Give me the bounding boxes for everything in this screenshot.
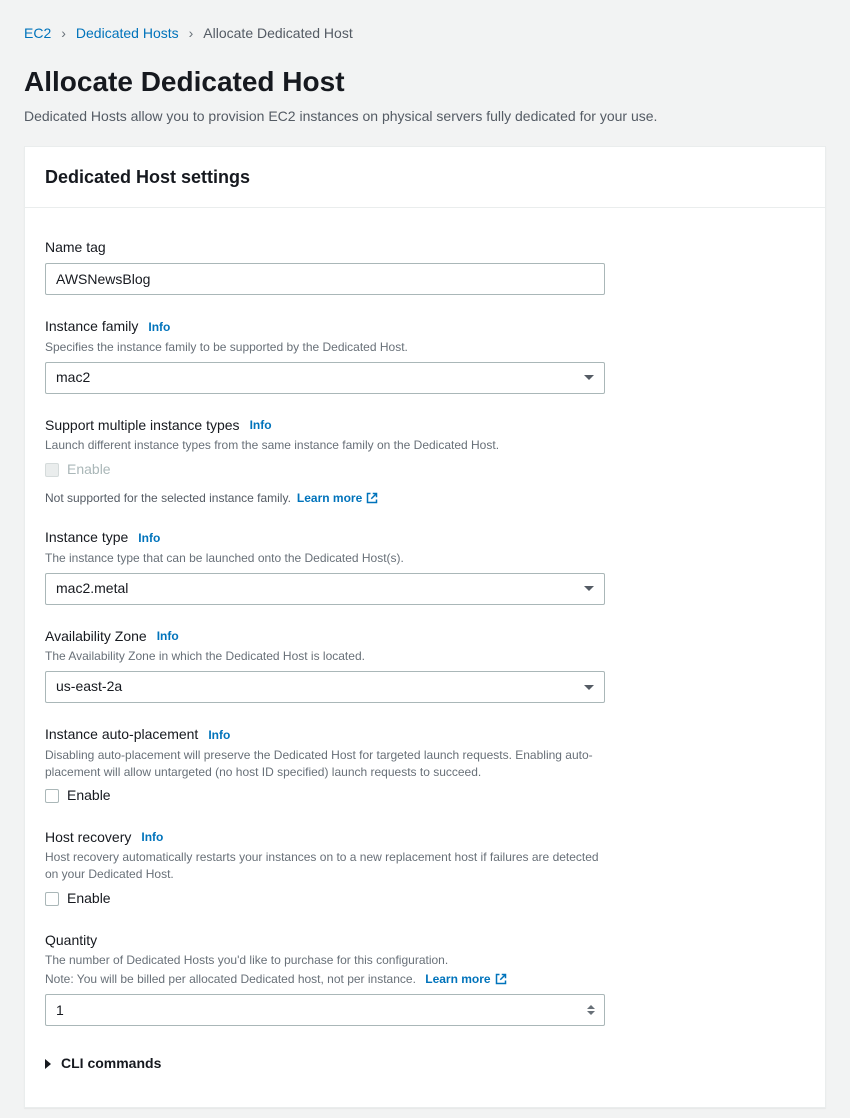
host-recovery-label: Host recovery [45,828,131,848]
caret-down-icon [584,375,594,380]
name-tag-label: Name tag [45,238,106,258]
chevron-right-icon: › [61,24,66,44]
field-multi-types: Support multiple instance types Info Lau… [45,416,805,507]
auto-placement-info[interactable]: Info [208,727,230,744]
panel-title: Dedicated Host settings [45,165,805,190]
auto-placement-label: Instance auto-placement [45,725,198,745]
instance-family-value: mac2 [56,368,90,388]
field-instance-family: Instance family Info Specifies the insta… [45,317,805,393]
breadcrumb-current: Allocate Dedicated Host [203,24,352,44]
instance-family-help: Specifies the instance family to be supp… [45,339,805,356]
quantity-stepper[interactable] [587,1000,601,1020]
breadcrumb-dedicated-hosts[interactable]: Dedicated Hosts [76,24,179,44]
az-label: Availability Zone [45,627,147,647]
host-recovery-help: Host recovery automatically restarts you… [45,849,605,883]
host-recovery-info[interactable]: Info [141,829,163,846]
field-quantity: Quantity The number of Dedicated Hosts y… [45,931,805,1026]
auto-placement-checkbox-label: Enable [67,786,111,806]
multi-types-label: Support multiple instance types [45,416,240,436]
quantity-learn-more[interactable]: Learn more [425,971,506,988]
instance-family-select[interactable]: mac2 [45,362,605,394]
cli-commands-expander[interactable]: CLI commands [45,1054,805,1084]
multi-types-info[interactable]: Info [250,417,272,434]
page-description: Dedicated Hosts allow you to provision E… [24,107,826,127]
quantity-help-1: The number of Dedicated Hosts you'd like… [45,952,805,969]
instance-type-label: Instance type [45,528,128,548]
auto-placement-checkbox[interactable] [45,789,59,803]
quantity-label: Quantity [45,931,97,951]
caret-down-icon [584,586,594,591]
field-host-recovery: Host recovery Info Host recovery automat… [45,828,805,909]
instance-family-info[interactable]: Info [148,319,170,336]
instance-type-help: The instance type that can be launched o… [45,550,805,567]
az-info[interactable]: Info [157,628,179,645]
multi-types-checkbox-label: Enable [67,460,111,480]
field-instance-type: Instance type Info The instance type tha… [45,528,805,604]
host-recovery-checkbox[interactable] [45,892,59,906]
multi-types-checkbox [45,463,59,477]
az-select[interactable]: us-east-2a [45,671,605,703]
panel-header: Dedicated Host settings [25,147,825,207]
field-auto-placement: Instance auto-placement Info Disabling a… [45,725,805,806]
az-help: The Availability Zone in which the Dedic… [45,648,805,665]
name-tag-input[interactable] [45,263,605,295]
breadcrumb: EC2 › Dedicated Hosts › Allocate Dedicat… [24,24,826,44]
settings-panel: Dedicated Host settings Name tag Instanc… [24,146,826,1108]
field-name-tag: Name tag [45,238,805,296]
external-link-icon [495,973,507,985]
auto-placement-help: Disabling auto-placement will preserve t… [45,747,605,781]
external-link-icon [366,492,378,504]
instance-type-select[interactable]: mac2.metal [45,573,605,605]
host-recovery-checkbox-label: Enable [67,889,111,909]
chevron-up-icon [587,1005,595,1009]
quantity-help-2: Note: You will be billed per allocated D… [45,972,416,986]
breadcrumb-ec2[interactable]: EC2 [24,24,51,44]
triangle-right-icon [45,1059,51,1069]
instance-type-value: mac2.metal [56,579,128,599]
instance-type-info[interactable]: Info [138,530,160,547]
multi-types-not-supported: Not supported for the selected instance … [45,490,291,507]
instance-family-label: Instance family [45,317,138,337]
multi-types-help: Launch different instance types from the… [45,437,805,454]
chevron-right-icon: › [189,24,194,44]
cli-commands-label: CLI commands [61,1054,161,1074]
page-title: Allocate Dedicated Host [24,62,826,101]
multi-types-learn-more[interactable]: Learn more [297,490,378,507]
quantity-input[interactable] [45,994,605,1026]
field-availability-zone: Availability Zone Info The Availability … [45,627,805,703]
chevron-down-icon [587,1011,595,1015]
az-value: us-east-2a [56,677,122,697]
caret-down-icon [584,685,594,690]
